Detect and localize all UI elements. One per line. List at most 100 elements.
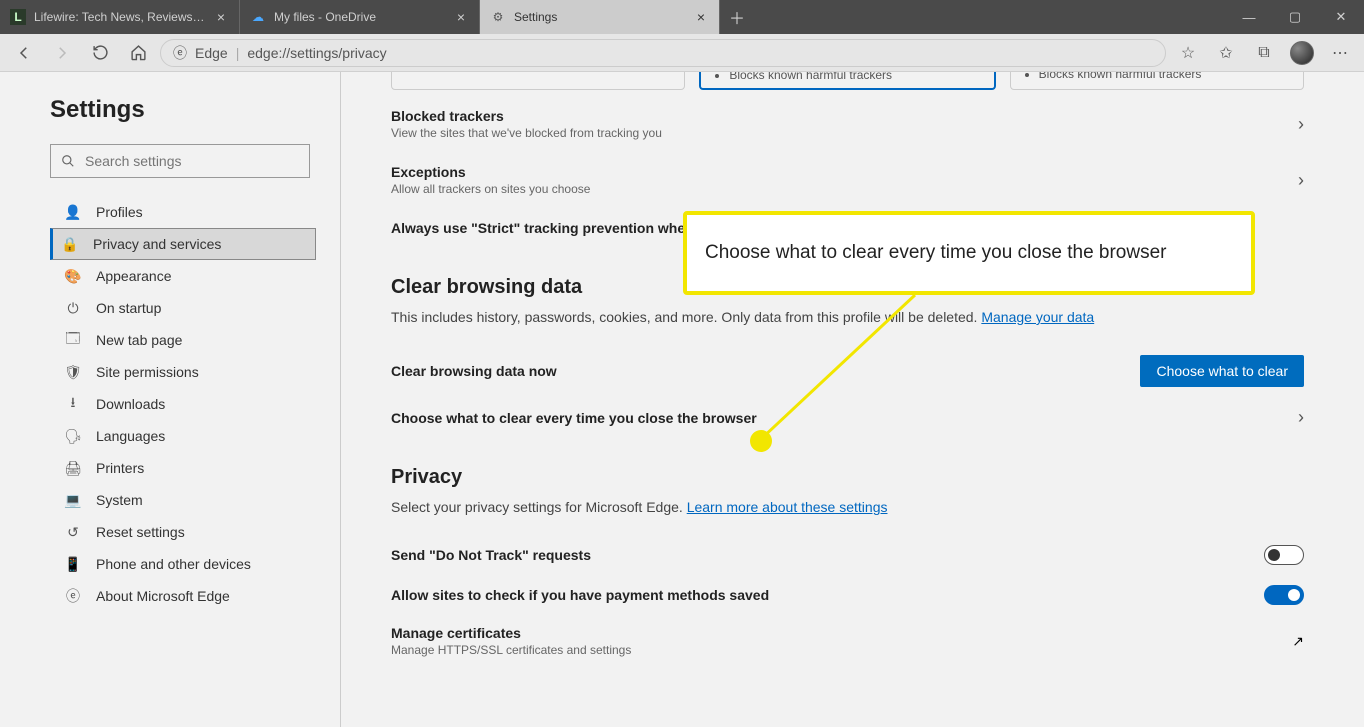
addr-url: edge://settings/privacy [247,45,386,61]
sidebar-item-privacy[interactable]: 🔒 Privacy and services [50,228,316,260]
address-bar[interactable]: ⓔ Edge | edge://settings/privacy [160,39,1166,67]
tab-label: Lifewire: Tech News, Reviews, He [34,10,207,24]
printer-icon: 🖨 [64,460,82,477]
callout-text: Choose what to clear every time you clos… [705,242,1167,264]
profile-avatar[interactable] [1286,37,1318,69]
tab-onedrive[interactable]: ☁ My files - OneDrive × [240,0,480,34]
language-icon: 🗣 [64,428,82,445]
annotation-callout: Choose what to clear every time you clos… [683,211,1255,295]
sidebar-item-devices[interactable]: 📱 Phone and other devices [53,548,316,580]
clear-on-close-row[interactable]: Choose what to clear every time you clos… [391,397,1304,438]
back-button[interactable] [8,37,40,69]
content: Settings 👤Profiles 🔒 Privacy and services… [0,72,1364,727]
close-window-button[interactable]: ✕ [1318,0,1364,34]
row-subtitle: View the sites that we've blocked from t… [391,126,662,140]
shield-icon: 🛡 [64,364,82,381]
tracking-strict[interactable]: Blocks known harmful trackers [1010,72,1304,90]
system-icon: 💻 [64,492,82,509]
close-icon[interactable]: × [213,9,229,25]
sidebar-item-languages[interactable]: 🗣 Languages [53,420,316,452]
favorite-star-button[interactable]: ☆ [1172,37,1204,69]
more-button[interactable]: ⋯ [1324,37,1356,69]
sidebar-item-permissions[interactable]: 🛡Site permissions [53,356,316,388]
window-controls: — ▢ ✕ [1226,0,1364,34]
new-tab-button[interactable]: ＋ [720,0,754,34]
tab-label: My files - OneDrive [274,10,447,24]
certificates-row[interactable]: Manage certificates Manage HTTPS/SSL cer… [391,615,1304,667]
row-title: Choose what to clear every time you clos… [391,410,757,426]
refresh-button[interactable] [84,37,116,69]
section-sub-clear: This includes history, passwords, cookie… [391,309,1304,325]
search-input[interactable] [85,153,299,169]
text: This includes history, passwords, cookie… [391,309,981,325]
close-icon[interactable]: × [693,9,709,25]
sidebar-item-printers[interactable]: 🖨Printers [53,452,316,484]
sidebar-item-system[interactable]: 💻 System [53,484,316,516]
payment-toggle[interactable] [1264,585,1304,605]
sidebar-item-profiles[interactable]: 👤Profiles [53,196,316,228]
row-subtitle: Manage HTTPS/SSL certificates and settin… [391,643,631,657]
tab-icon: 🗔 [64,328,82,352]
sidebar-item-label: New tab page [96,332,182,348]
profile-icon: 👤 [64,204,82,221]
sidebar-item-startup[interactable]: ⏻ On startup [53,292,316,324]
section-sub-privacy: Select your privacy settings for Microso… [391,499,1304,515]
sidebar-item-label: Privacy and services [93,236,221,252]
phone-icon: 📱 [64,556,82,573]
row-title: Blocked trackers [391,108,662,124]
close-icon[interactable]: × [453,9,469,25]
addr-prefix: Edge [195,45,228,61]
power-icon: ⏻ [64,300,82,317]
sidebar-item-appearance[interactable]: 🎨 Appearance [53,260,316,292]
tracking-balanced[interactable]: Blocks known harmful trackers [699,72,995,90]
forward-button[interactable] [46,37,78,69]
tracking-basic[interactable] [391,72,685,90]
minimize-button[interactable]: — [1226,0,1272,34]
manage-data-link[interactable]: Manage your data [981,309,1094,325]
section-title-privacy: Privacy [391,466,1304,489]
blocked-trackers-row[interactable]: Blocked trackers View the sites that we'… [391,96,1304,152]
sidebar-item-downloads[interactable]: ⭳Downloads [53,388,316,420]
sidebar-item-label: About Microsoft Edge [96,588,230,604]
maximize-button[interactable]: ▢ [1272,0,1318,34]
choose-what-to-clear-button[interactable]: Choose what to clear [1140,355,1304,387]
tracking-bullet: Blocks known harmful trackers [1039,72,1289,81]
main-panel: Blocks known harmful trackers Blocks kno… [341,72,1364,727]
sidebar-item-label: Languages [96,428,165,444]
home-button[interactable] [122,37,154,69]
tab-label: Settings [514,10,687,24]
sidebar-item-label: On startup [96,300,161,316]
appearance-icon: 🎨 [64,268,82,285]
text: Select your privacy settings for Microso… [391,499,687,515]
learn-more-link[interactable]: Learn more about these settings [687,499,888,515]
row-title: Manage certificates [391,625,631,641]
sidebar-item-newtab[interactable]: 🗔 New tab page [53,324,316,356]
row-title: Always use "Strict" tracking prevention … [391,220,685,236]
dnt-row: Send "Do Not Track" requests [391,535,1304,575]
external-link-icon: ↗ [1292,633,1304,650]
annotation-dot [750,430,772,452]
sidebar-item-reset[interactable]: ↺Reset settings [53,516,316,548]
chevron-right-icon: › [1298,114,1304,135]
favorites-button[interactable]: ✩ [1210,37,1242,69]
row-title: Allow sites to check if you have payment… [391,587,769,603]
search-settings[interactable] [50,144,310,178]
sidebar-item-label: Reset settings [96,524,185,540]
tab-settings[interactable]: ⚙ Settings × [480,0,720,34]
exceptions-row[interactable]: Exceptions Allow all trackers on sites y… [391,152,1304,208]
gear-icon: ⚙ [490,9,506,25]
dnt-toggle[interactable] [1264,545,1304,565]
edge-icon: ⓔ [64,586,82,606]
tab-lifewire[interactable]: L Lifewire: Tech News, Reviews, He × [0,0,240,34]
collections-button[interactable]: ⧉ [1248,37,1280,69]
search-icon [61,154,75,168]
sidebar-item-about[interactable]: ⓔ About Microsoft Edge [53,580,316,612]
settings-sidebar: Settings 👤Profiles 🔒 Privacy and services… [0,72,340,727]
favicon-lifewire: L [10,9,26,25]
sidebar-item-label: Appearance [96,268,172,284]
sidebar-item-label: Phone and other devices [96,556,251,572]
page-title: Settings [50,96,316,124]
sidebar-item-label: System [96,492,143,508]
download-icon: ⭳ [64,392,82,416]
lock-icon: 🔒 [61,236,79,253]
